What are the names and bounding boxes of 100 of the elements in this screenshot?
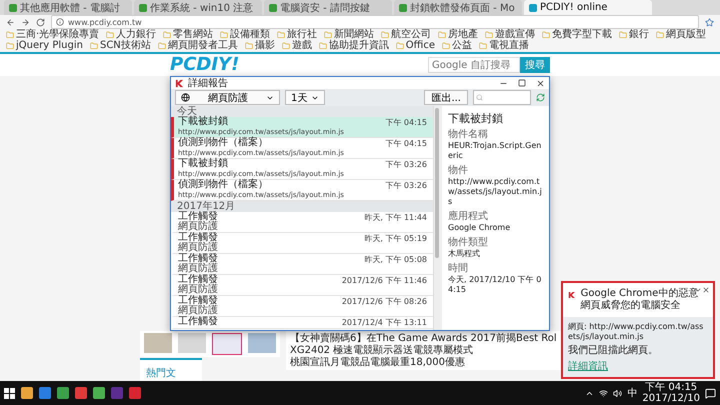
address-bar[interactable]: www.pcdiy.com.tw <box>51 15 699 29</box>
folder-icon <box>163 30 172 38</box>
group-header: 今天 <box>171 106 433 117</box>
start-icon[interactable] <box>4 388 15 398</box>
bookmark-item[interactable]: 銀行 <box>619 29 650 40</box>
browser-tab[interactable]: 封鎖軟體發佈頁面 - Mo <box>394 0 522 15</box>
event-detail: 網頁防護 <box>178 285 218 295</box>
event-title: 工作觸發 <box>178 317 218 327</box>
event-time: 昨天, 下午 11:44 <box>364 212 427 224</box>
notification-title: Google Chrome中的惡意網頁威脅您的電腦安全 <box>580 288 699 312</box>
folder-icon <box>656 30 664 38</box>
photo-placeholder[interactable] <box>212 333 242 355</box>
event-row[interactable]: 工作觸發 網頁防護 昨天, 下午 05:19 <box>171 233 433 254</box>
event-title: 工作觸發 <box>178 233 218 243</box>
event-row[interactable]: 工作觸發 網頁防護 2017/12/6 下午 11:46 <box>171 275 433 296</box>
folder-icon <box>6 30 14 38</box>
search-field[interactable] <box>473 90 531 105</box>
taskbar-clock[interactable]: 下午 04:15 2017/12/10 <box>642 382 700 404</box>
folder-icon <box>6 42 14 50</box>
folder-icon <box>396 42 404 50</box>
event-time: 昨天, 下午 05:19 <box>364 233 427 245</box>
close-icon[interactable] <box>536 78 545 88</box>
field-label: 物件 <box>448 165 469 177</box>
blocked-page-text: 網頁: http://www.pcdiy.com.tw/assets/js/layout.min.js <box>568 321 704 341</box>
folder-icon <box>106 30 114 38</box>
bookmark-item[interactable]: 房地產 <box>438 29 478 40</box>
network-icon[interactable] <box>599 388 608 398</box>
site-logo: PCDIY! <box>170 55 240 75</box>
folder-icon <box>542 30 550 38</box>
browser-tab[interactable]: PCDIY! online <box>524 0 652 15</box>
folder-icon <box>485 30 494 38</box>
browser-tab[interactable]: 電腦資安 - 請問按鍵 <box>264 0 392 15</box>
field-label: 時間 <box>448 263 469 275</box>
bookmark-item[interactable]: 網頁開發者工具 <box>158 40 238 51</box>
window-title: 詳細報告 <box>188 78 228 88</box>
event-time: 2017/12/6 下午 08:26 <box>342 296 427 308</box>
event-title: 偵測到物件（檔案） <box>178 180 269 190</box>
group-header: 2017年12月 <box>171 201 433 212</box>
event-row[interactable]: 工作觸發 網頁防護 昨天, 下午 11:44 <box>171 212 433 233</box>
event-time: 下午 04:15 <box>385 138 427 150</box>
field-label: 物件名稱 <box>448 129 489 141</box>
event-title: 工作觸發 <box>178 212 218 222</box>
bookmark-item[interactable]: 人力銀行 <box>106 29 156 40</box>
event-title: 工作觸發 <box>178 296 218 306</box>
back-icon[interactable] <box>6 18 15 26</box>
volume-icon[interactable] <box>613 388 622 398</box>
notification-center-icon[interactable] <box>705 388 716 398</box>
bookmark-item[interactable]: 航空公司 <box>381 29 432 40</box>
bookmark-item[interactable]: 協助提升資訊 <box>318 40 389 51</box>
event-row[interactable]: 工作觸發 網頁防護 2017/12/6 下午 08:26 <box>171 296 433 317</box>
forward-icon[interactable] <box>21 18 30 26</box>
search-field[interactable]: Google 自訂搜尋 <box>428 57 520 73</box>
notification-message: 我們已阻擋此網頁。 <box>568 344 659 357</box>
bookmark-item[interactable]: 遊戲宣傳 <box>485 29 536 40</box>
scrollbar-thumb[interactable] <box>435 108 439 258</box>
bookmark-star-icon[interactable] <box>705 18 714 26</box>
input-method-indicator[interactable]: 中 <box>627 386 638 400</box>
bookmark-item[interactable]: 三商‧光學保險專賣 <box>6 29 100 40</box>
bookmark-item[interactable]: 設備種類 <box>220 29 270 40</box>
event-row[interactable]: 工作觸發 網頁防護 昨天, 下午 05:08 <box>171 254 433 275</box>
bookmark-item[interactable]: 旅行社 <box>277 29 318 40</box>
field-value: 木馬程式 <box>448 249 481 259</box>
refresh-icon[interactable] <box>536 93 545 102</box>
bookmark-item[interactable]: 遊戲 <box>282 40 312 51</box>
globe-icon <box>181 93 190 102</box>
folder-icon <box>438 30 446 38</box>
bookmark-item[interactable]: 零售網站 <box>163 29 214 40</box>
browser-tab[interactable]: 其他應用軟體 - 電腦討 <box>4 0 132 15</box>
event-row[interactable]: 工作觸發 2017/12/4 下午 13:11 <box>171 317 433 329</box>
bookmark-item[interactable]: 公益 <box>442 40 472 51</box>
event-time: 下午 04:15 <box>385 117 427 129</box>
maximize-icon[interactable] <box>518 78 526 86</box>
bookmark-item[interactable]: 免費字型下載 <box>542 29 612 40</box>
event-time: 2017/12/6 下午 11:46 <box>342 275 427 287</box>
event-title: 工作觸發 <box>178 254 218 264</box>
field-value: HEUR:Trojan.Script.Generic <box>448 141 542 161</box>
browser-tab[interactable]: 作業系統 - win10 注意 <box>134 0 262 15</box>
event-time: 下午 03:26 <box>385 159 427 171</box>
bookmark-item[interactable]: 電視直播 <box>478 40 529 51</box>
reload-icon[interactable] <box>36 18 45 26</box>
filter-dropdown[interactable]: 網頁防護 <box>175 90 280 105</box>
folder-icon <box>381 30 390 38</box>
bookmark-item[interactable]: 網頁版型 <box>656 29 706 40</box>
export-button[interactable]: 匯出... <box>424 90 468 105</box>
bookmark-item[interactable]: Office <box>396 40 435 51</box>
details-link[interactable]: 詳細資訊 <box>568 359 708 373</box>
bookmark-item[interactable]: jQuery Plugin <box>6 40 83 51</box>
headline-link[interactable]: XG2402 極速電競顯示器送電競專屬模式 <box>290 345 474 356</box>
close-icon[interactable] <box>702 286 710 294</box>
bookmark-item[interactable]: SCN技術站 <box>90 40 151 51</box>
folder-icon <box>277 30 286 38</box>
bookmark-item[interactable]: 新聞網站 <box>324 29 374 40</box>
event-detail: 網頁防護 <box>178 243 218 253</box>
headline-link[interactable]: 【女神賣關碼6】在The Game Awards 2017前揭Best Rol <box>290 333 557 344</box>
folder-icon <box>282 42 290 50</box>
event-title: 下載被封鎖 <box>178 117 229 127</box>
folder-icon <box>158 42 166 50</box>
headline-link[interactable]: 桃園宣訊月電競品電腦最重18,000優惠 <box>290 357 465 368</box>
period-dropdown[interactable]: 1天 <box>285 90 326 105</box>
bookmark-item[interactable]: 攝影 <box>244 40 275 51</box>
